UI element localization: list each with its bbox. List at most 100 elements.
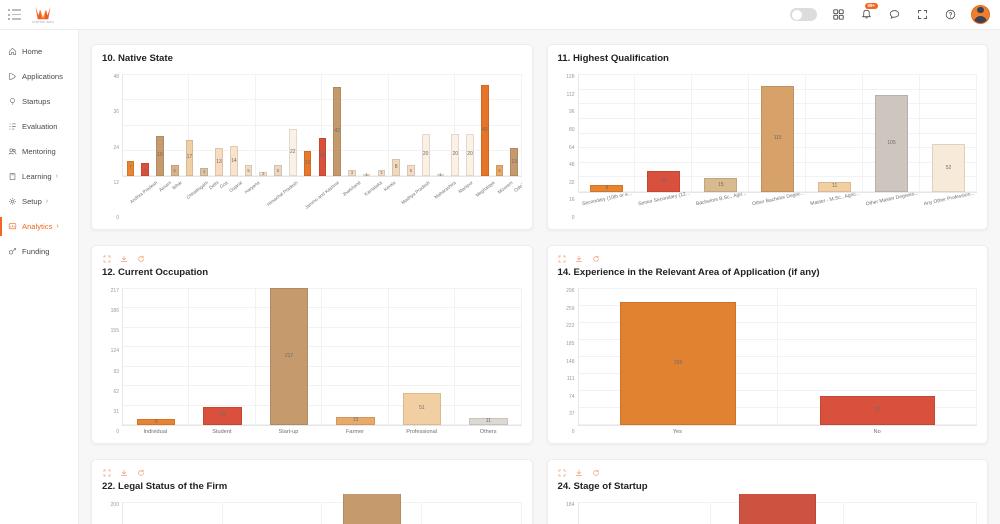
bar-column[interactable]: 22 — [285, 74, 300, 176]
bar-column[interactable]: 265 — [579, 288, 778, 425]
bar-column[interactable]: 5 — [241, 74, 256, 176]
bell-icon[interactable]: 99+ — [859, 2, 878, 22]
bar[interactable]: 13 — [510, 148, 519, 176]
bar[interactable]: 62 — [819, 396, 936, 425]
bar[interactable]: 3 — [348, 169, 356, 176]
bar-column[interactable]: 6 — [138, 74, 153, 176]
bar[interactable]: 7 — [126, 161, 135, 176]
sidebar-item-evaluation[interactable]: Evaluation — [0, 114, 78, 139]
bar[interactable]: 5 — [495, 165, 504, 176]
expand-icon[interactable] — [102, 469, 111, 478]
bar[interactable]: 19 — [156, 135, 164, 176]
bar-column[interactable]: 217 — [256, 288, 322, 425]
bar-column[interactable]: 5 — [404, 74, 419, 176]
refresh-icon[interactable] — [136, 255, 145, 264]
bar-column[interactable]: 2 — [256, 74, 271, 176]
sidebar-item-analytics[interactable]: Analytics › — [0, 214, 78, 239]
download-icon[interactable] — [119, 469, 128, 478]
bar-column[interactable]: 3 — [344, 74, 359, 176]
bar[interactable]: 105 — [875, 95, 909, 192]
fullscreen-icon[interactable] — [915, 8, 929, 22]
bar-column[interactable]: 115 — [749, 74, 806, 192]
bar-column[interactable]: 9 — [123, 288, 189, 425]
bar-column[interactable] — [322, 494, 422, 524]
bar-column[interactable]: 12 — [300, 74, 315, 176]
bar-column[interactable]: 5 — [492, 74, 507, 176]
bar-column[interactable]: 8 — [389, 74, 404, 176]
sidebar-item-home[interactable]: Home — [0, 39, 78, 64]
bar[interactable]: 1 — [362, 172, 371, 177]
bar-column[interactable] — [579, 502, 712, 524]
sidebar-item-mentoring[interactable]: Mentoring — [0, 139, 78, 164]
chat-bubble-icon[interactable] — [887, 8, 901, 22]
bar-column[interactable]: 105 — [863, 74, 920, 192]
bar-column[interactable]: 13 — [322, 288, 388, 425]
sidebar-item-funding[interactable]: Funding — [0, 239, 78, 264]
bar[interactable] — [739, 494, 817, 524]
bar[interactable]: 17 — [185, 139, 194, 176]
sidebar-item-setup[interactable]: Setup › — [0, 189, 78, 214]
download-icon[interactable] — [575, 469, 584, 478]
bar[interactable]: 2 — [259, 171, 268, 176]
bar-column[interactable]: 18 — [315, 74, 330, 176]
bar[interactable]: 5 — [407, 165, 415, 176]
bar[interactable]: 13 — [336, 416, 375, 425]
bar[interactable]: 9 — [136, 419, 176, 425]
bar[interactable]: 52 — [931, 144, 965, 192]
bar-column[interactable]: 8 — [579, 74, 636, 192]
download-icon[interactable] — [575, 255, 584, 264]
bar[interactable]: 20 — [466, 133, 474, 176]
bar[interactable]: 5 — [274, 165, 282, 176]
bar[interactable]: 4 — [200, 167, 209, 176]
bar-column[interactable] — [123, 502, 223, 524]
bar-column[interactable]: 1 — [433, 74, 448, 177]
bar[interactable]: 29 — [203, 406, 242, 425]
bar[interactable]: 20 — [451, 133, 460, 176]
bar[interactable]: 11 — [818, 181, 852, 192]
bar[interactable]: 13 — [215, 148, 223, 176]
download-icon[interactable] — [119, 255, 128, 264]
brand-logo-icon[interactable]: STARTUP INDIA — [30, 5, 56, 24]
bar[interactable]: 115 — [761, 85, 795, 192]
bar[interactable]: 5 — [244, 165, 253, 176]
bar-column[interactable]: 5 — [271, 74, 286, 176]
bar-column[interactable]: 20 — [463, 74, 478, 176]
bar[interactable]: 11 — [469, 418, 508, 425]
sidebar-item-learning[interactable]: Learning › — [0, 164, 78, 189]
bar-column[interactable]: 1 — [359, 74, 374, 177]
bar-column[interactable]: 29 — [189, 288, 255, 425]
refresh-icon[interactable] — [592, 469, 601, 478]
bar-column[interactable]: 3 — [374, 74, 389, 176]
bar-column[interactable]: 7 — [123, 74, 138, 176]
sidebar-item-startups[interactable]: Startups — [0, 89, 78, 114]
bar-column[interactable]: 11 — [806, 74, 863, 192]
bar[interactable]: 20 — [421, 133, 430, 176]
bar[interactable]: 265 — [620, 302, 736, 425]
bar-column[interactable]: 15 — [692, 74, 749, 192]
bar[interactable]: 15 — [704, 178, 738, 192]
bar-column[interactable] — [711, 494, 844, 524]
bar-column[interactable]: 52 — [920, 74, 977, 192]
bar-column[interactable]: 13 — [507, 74, 522, 176]
bar-column[interactable]: 43 — [477, 74, 492, 176]
bar[interactable]: 43 — [480, 84, 489, 176]
grid-apps-icon[interactable] — [831, 8, 845, 22]
bar-column[interactable]: 51 — [389, 288, 455, 425]
expand-icon[interactable] — [558, 469, 567, 478]
bar[interactable]: 5 — [170, 165, 179, 176]
bar[interactable]: 217 — [269, 288, 309, 425]
bar[interactable]: 8 — [392, 159, 400, 176]
bar[interactable]: 14 — [229, 146, 238, 176]
bar-column[interactable]: 19 — [153, 74, 168, 176]
bar-column[interactable]: 17 — [182, 74, 197, 176]
bar[interactable]: 12 — [303, 150, 312, 176]
bar[interactable] — [343, 494, 401, 524]
bar-column[interactable]: 4 — [197, 74, 212, 176]
bar[interactable]: 18 — [318, 137, 327, 176]
bar-column[interactable]: 62 — [778, 288, 977, 425]
help-circle-icon[interactable] — [943, 8, 957, 22]
bar[interactable]: 6 — [141, 163, 149, 176]
refresh-icon[interactable] — [592, 255, 601, 264]
bar-column[interactable] — [223, 502, 323, 524]
bar-column[interactable]: 14 — [226, 74, 241, 176]
